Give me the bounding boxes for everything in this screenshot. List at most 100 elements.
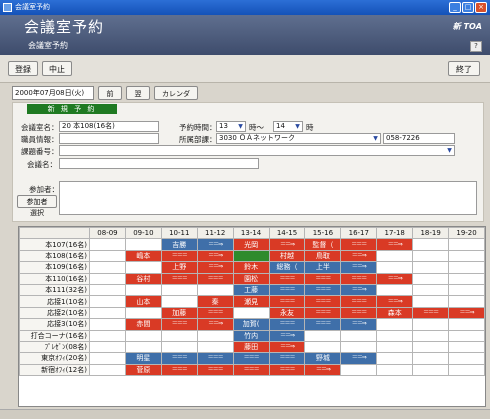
slot-cell[interactable]: ＝＝⇒ <box>376 295 414 308</box>
slot-cell[interactable]: ＝＝＝ <box>268 318 306 331</box>
slot-cell[interactable] <box>448 340 485 354</box>
slot-cell[interactable]: 村越 <box>268 249 306 263</box>
slot-cell[interactable] <box>89 306 126 320</box>
slot-cell[interactable]: ＝＝＝ <box>160 352 198 365</box>
slot-cell[interactable] <box>124 283 162 297</box>
slot-cell[interactable]: ＝＝＝ <box>196 306 234 320</box>
time-from-select[interactable]: 13 ▼ <box>216 121 246 132</box>
slot-cell[interactable] <box>124 306 162 320</box>
slot-cell[interactable] <box>448 295 485 308</box>
slot-cell[interactable] <box>376 283 414 297</box>
slot-cell[interactable]: ＝＝＝ <box>340 306 378 320</box>
slot-cell[interactable]: 工藤 <box>232 283 270 297</box>
slot-cell[interactable] <box>412 352 450 365</box>
slot-cell[interactable] <box>376 329 414 342</box>
slot-cell[interactable] <box>376 363 414 377</box>
slot-cell[interactable]: 永友 <box>268 306 306 320</box>
slot-cell[interactable] <box>304 329 342 342</box>
slot-cell[interactable]: 光岡 <box>232 238 270 251</box>
slot-cell[interactable]: ＝＝＝ <box>304 272 342 285</box>
slot-cell[interactable] <box>448 352 485 365</box>
dept-select[interactable]: 3030 ＯＡネットワーク ▼ <box>216 133 381 144</box>
slot-cell[interactable]: ＝＝⇒ <box>340 283 378 297</box>
slot-cell[interactable] <box>89 249 126 263</box>
slot-cell[interactable]: 秦 <box>196 295 234 308</box>
slot-cell[interactable] <box>196 329 234 342</box>
slot-cell[interactable] <box>89 295 126 308</box>
slot-cell[interactable]: ＝＝＝ <box>196 363 234 377</box>
slot-cell[interactable]: ＝＝＝ <box>232 363 270 377</box>
slot-cell[interactable] <box>412 249 450 263</box>
slot-cell[interactable] <box>412 272 450 285</box>
slot-cell[interactable]: 山本 <box>124 295 162 308</box>
slot-cell[interactable]: 谷村 <box>124 272 162 285</box>
slot-cell[interactable]: 加賀( <box>232 318 270 331</box>
slot-cell[interactable] <box>340 363 378 377</box>
register-button[interactable]: 登録 <box>8 61 38 76</box>
help-button[interactable]: ? <box>470 41 482 52</box>
slot-cell[interactable]: 野城 <box>304 352 342 365</box>
slot-cell[interactable]: 竹内 <box>232 329 270 342</box>
slot-cell[interactable]: ＝＝＝ <box>340 238 378 251</box>
slot-cell[interactable] <box>448 318 485 331</box>
attendees-textarea[interactable] <box>59 181 477 215</box>
slot-cell[interactable]: ＝＝＝ <box>268 283 306 297</box>
slot-cell[interactable]: ＝＝＝ <box>304 306 342 320</box>
slot-cell[interactable] <box>448 363 485 377</box>
slot-cell[interactable] <box>448 283 485 297</box>
slot-cell[interactable] <box>304 340 342 354</box>
slot-cell[interactable] <box>340 329 378 342</box>
slot-cell[interactable] <box>89 261 126 274</box>
slot-cell[interactable] <box>448 329 485 342</box>
slot-cell[interactable] <box>448 238 485 251</box>
slot-cell[interactable] <box>376 261 414 274</box>
next-day-button[interactable]: 翌日 <box>126 86 150 110</box>
slot-cell[interactable]: ＝＝⇒ <box>448 306 485 320</box>
slot-cell[interactable]: ＝＝⇒ <box>304 363 342 377</box>
staff-field[interactable] <box>59 133 159 144</box>
slot-cell[interactable] <box>89 272 126 285</box>
slot-cell[interactable] <box>124 261 162 274</box>
slot-cell[interactable]: ＝＝⇒ <box>268 238 306 251</box>
slot-cell[interactable] <box>412 329 450 342</box>
slot-cell[interactable] <box>340 340 378 354</box>
slot-cell[interactable]: ＝＝＝ <box>196 272 234 285</box>
slot-cell[interactable] <box>89 318 126 331</box>
slot-cell[interactable]: ＝＝⇒ <box>340 352 378 365</box>
exit-button[interactable]: 終了 <box>448 61 480 76</box>
slot-cell[interactable]: 吉勝 <box>160 238 198 251</box>
slot-cell[interactable]: ＝＝＝ <box>268 363 306 377</box>
slot-cell[interactable] <box>124 238 162 251</box>
slot-cell[interactable]: 上半 <box>304 261 342 274</box>
cancel-button[interactable]: 中止 <box>42 61 72 76</box>
slot-cell[interactable]: ＝＝＝ <box>196 352 234 365</box>
slot-cell[interactable] <box>89 283 126 297</box>
prev-day-button[interactable]: 前日 <box>98 86 122 110</box>
slot-cell[interactable]: 園松 <box>232 272 270 285</box>
slot-cell[interactable]: ＝＝＝ <box>340 272 378 285</box>
slot-cell[interactable]: 嶋本 <box>124 249 162 263</box>
slot-cell[interactable] <box>376 352 414 365</box>
slot-cell[interactable]: 鈴木 <box>232 261 270 274</box>
slot-cell[interactable]: ＝＝＝ <box>232 352 270 365</box>
slot-cell[interactable] <box>89 329 126 342</box>
slot-cell[interactable]: ＝＝＝ <box>268 272 306 285</box>
slot-cell[interactable] <box>89 238 126 251</box>
slot-cell[interactable] <box>376 340 414 354</box>
slot-cell[interactable]: ＝＝⇒ <box>376 272 414 285</box>
time-to-select[interactable]: 14 ▼ <box>273 121 303 132</box>
slot-cell[interactable] <box>412 318 450 331</box>
slot-cell[interactable] <box>89 363 126 377</box>
slot-cell[interactable]: ＝＝＝ <box>340 295 378 308</box>
subject-no-select[interactable]: ▼ <box>59 145 455 156</box>
slot-cell[interactable] <box>412 238 450 251</box>
slot-cell[interactable] <box>232 249 270 263</box>
slot-cell[interactable] <box>448 261 485 274</box>
slot-cell[interactable]: ＝＝⇒ <box>268 340 306 354</box>
slot-cell[interactable] <box>232 306 270 320</box>
slot-cell[interactable]: ＝＝⇒ <box>196 249 234 263</box>
slot-cell[interactable] <box>412 261 450 274</box>
slot-cell[interactable] <box>124 329 162 342</box>
slot-cell[interactable]: 菅原 <box>124 363 162 377</box>
slot-cell[interactable]: 監督（ <box>304 238 342 251</box>
